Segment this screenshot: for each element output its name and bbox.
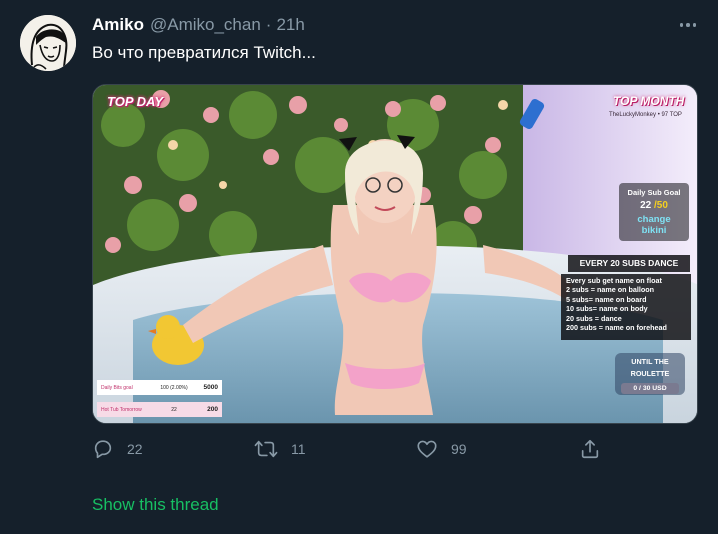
more-options-icon[interactable]	[676, 14, 700, 36]
goal-title: Daily Sub Goal	[627, 188, 681, 197]
bits-goal-row: Daily Bits goal 100 (2.00%) 5000	[97, 380, 222, 395]
top-month-label: TOP MONTH	[613, 94, 685, 108]
tweet-media[interactable]: TOP DAY TOP MONTH TheLuckyMonkey • 97 TO…	[92, 84, 698, 424]
roulette-title: UNTIL THE ROULETTE	[630, 357, 670, 378]
author-handle[interactable]: @Amiko_chan	[150, 15, 261, 35]
author-avatar[interactable]	[20, 15, 76, 71]
rule-item: 20 subs = dance	[566, 313, 622, 323]
rule-item: Every sub get name on float	[566, 276, 662, 285]
heart-icon	[417, 440, 437, 458]
hot-tub-row: Hot Tub Tomorrow 22 200	[97, 402, 222, 417]
retweet-count: 11	[291, 441, 306, 457]
daily-sub-goal-widget: Daily Sub Goal 22 /50 change bikini	[619, 183, 689, 241]
tweet-time[interactable]: 21h	[276, 15, 304, 35]
separator-dot: ·	[265, 15, 272, 34]
rule-item: 200 subs = name on forehead	[566, 323, 667, 333]
tweet-text: Во что превратился Twitch...	[92, 43, 316, 62]
rule-item: 2 subs = name on balloon	[566, 285, 655, 295]
top-day-label: TOP DAY	[107, 94, 164, 109]
tweet-actions: 22 11 99	[0, 438, 718, 462]
roulette-widget: UNTIL THE ROULETTE 0 / 30 USD	[615, 353, 685, 395]
goal-reward: change bikini	[637, 214, 671, 236]
reply-count: 22	[127, 441, 143, 457]
show-thread-link[interactable]: Show this thread	[92, 495, 219, 515]
reply-button[interactable]: 22	[92, 438, 143, 460]
tweet-header: Amiko @Amiko_chan · 21h	[92, 14, 305, 36]
goal-progress: 22 /50	[640, 200, 668, 211]
rule-item: 10 subs= name on body	[566, 304, 648, 314]
like-button[interactable]: 99	[416, 438, 467, 460]
retweet-icon	[254, 440, 278, 458]
reply-icon	[94, 440, 112, 459]
avatar-drawing	[20, 15, 76, 71]
roulette-progress: 0 / 30 USD	[621, 383, 679, 394]
share-button[interactable]	[579, 438, 601, 460]
rule-item: 5 subs= name on board	[566, 294, 647, 304]
share-icon	[581, 439, 599, 459]
retweet-button[interactable]: 11	[254, 438, 306, 460]
top-month-subtext: TheLuckyMonkey • 97 TOP	[609, 112, 682, 118]
sub-rules-list: Every sub get name on float 2 subs = nam…	[561, 274, 691, 340]
like-count: 99	[451, 441, 467, 457]
dance-banner: EVERY 20 SUBS DANCE	[568, 255, 690, 272]
author-name[interactable]: Amiko	[92, 15, 144, 35]
